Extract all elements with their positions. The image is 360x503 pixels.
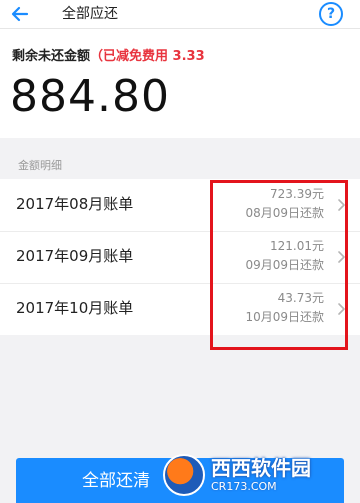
top-bar: 全部应还 ? [0, 0, 360, 29]
bill-due-date: 10月09日还款 [245, 310, 324, 324]
watermark-text: 西西软件园 CR173.COM [211, 458, 311, 492]
bill-label: 2017年10月账单 [16, 299, 134, 317]
help-button[interactable]: ? [319, 2, 343, 26]
section-label: 金额明细 [18, 159, 62, 172]
page-title: 全部应还 [62, 6, 118, 22]
bill-due-date: 08月09日还款 [245, 206, 324, 220]
arrow-left-icon [11, 6, 29, 22]
chevron-right-icon [338, 303, 345, 315]
bill-label: 2017年08月账单 [16, 195, 134, 213]
remaining-label: 剩余未还金额 [12, 49, 91, 64]
watermark-mark-icon [163, 454, 205, 496]
remaining-summary: 剩余未还金额（已减免费用 3.33 884.80 [0, 29, 360, 138]
bill-label: 2017年09月账单 [16, 247, 134, 265]
bill-list: 2017年08月账单 723.39元 08月09日还款 2017年09月账单 1… [0, 179, 360, 335]
question-circle-icon: ? [326, 6, 336, 22]
bill-amount: 723.39元 [270, 187, 324, 201]
back-button[interactable] [8, 2, 32, 26]
bill-due-date: 09月09日还款 [245, 258, 324, 272]
remaining-amount: 884.80 [10, 71, 170, 122]
bill-row[interactable]: 2017年09月账单 121.01元 09月09日还款 [0, 231, 360, 284]
watermark-logo: 西西软件园 CR173.COM [163, 452, 353, 498]
bill-amount: 121.01元 [270, 239, 324, 253]
bill-row[interactable]: 2017年08月账单 723.39元 08月09日还款 [0, 179, 360, 232]
chevron-right-icon [338, 251, 345, 263]
bill-amount: 43.73元 [277, 291, 324, 305]
watermark-url: CR173.COM [211, 480, 277, 493]
discount-note: 已减免费用 3.33 [103, 49, 205, 64]
watermark-name: 西西软件园 [211, 456, 311, 480]
chevron-right-icon [338, 199, 345, 211]
remaining-label-line: 剩余未还金额（已减免费用 3.33 [12, 48, 205, 66]
discount-open-paren: （ [90, 49, 104, 64]
bill-row[interactable]: 2017年10月账单 43.73元 10月09日还款 [0, 283, 360, 335]
